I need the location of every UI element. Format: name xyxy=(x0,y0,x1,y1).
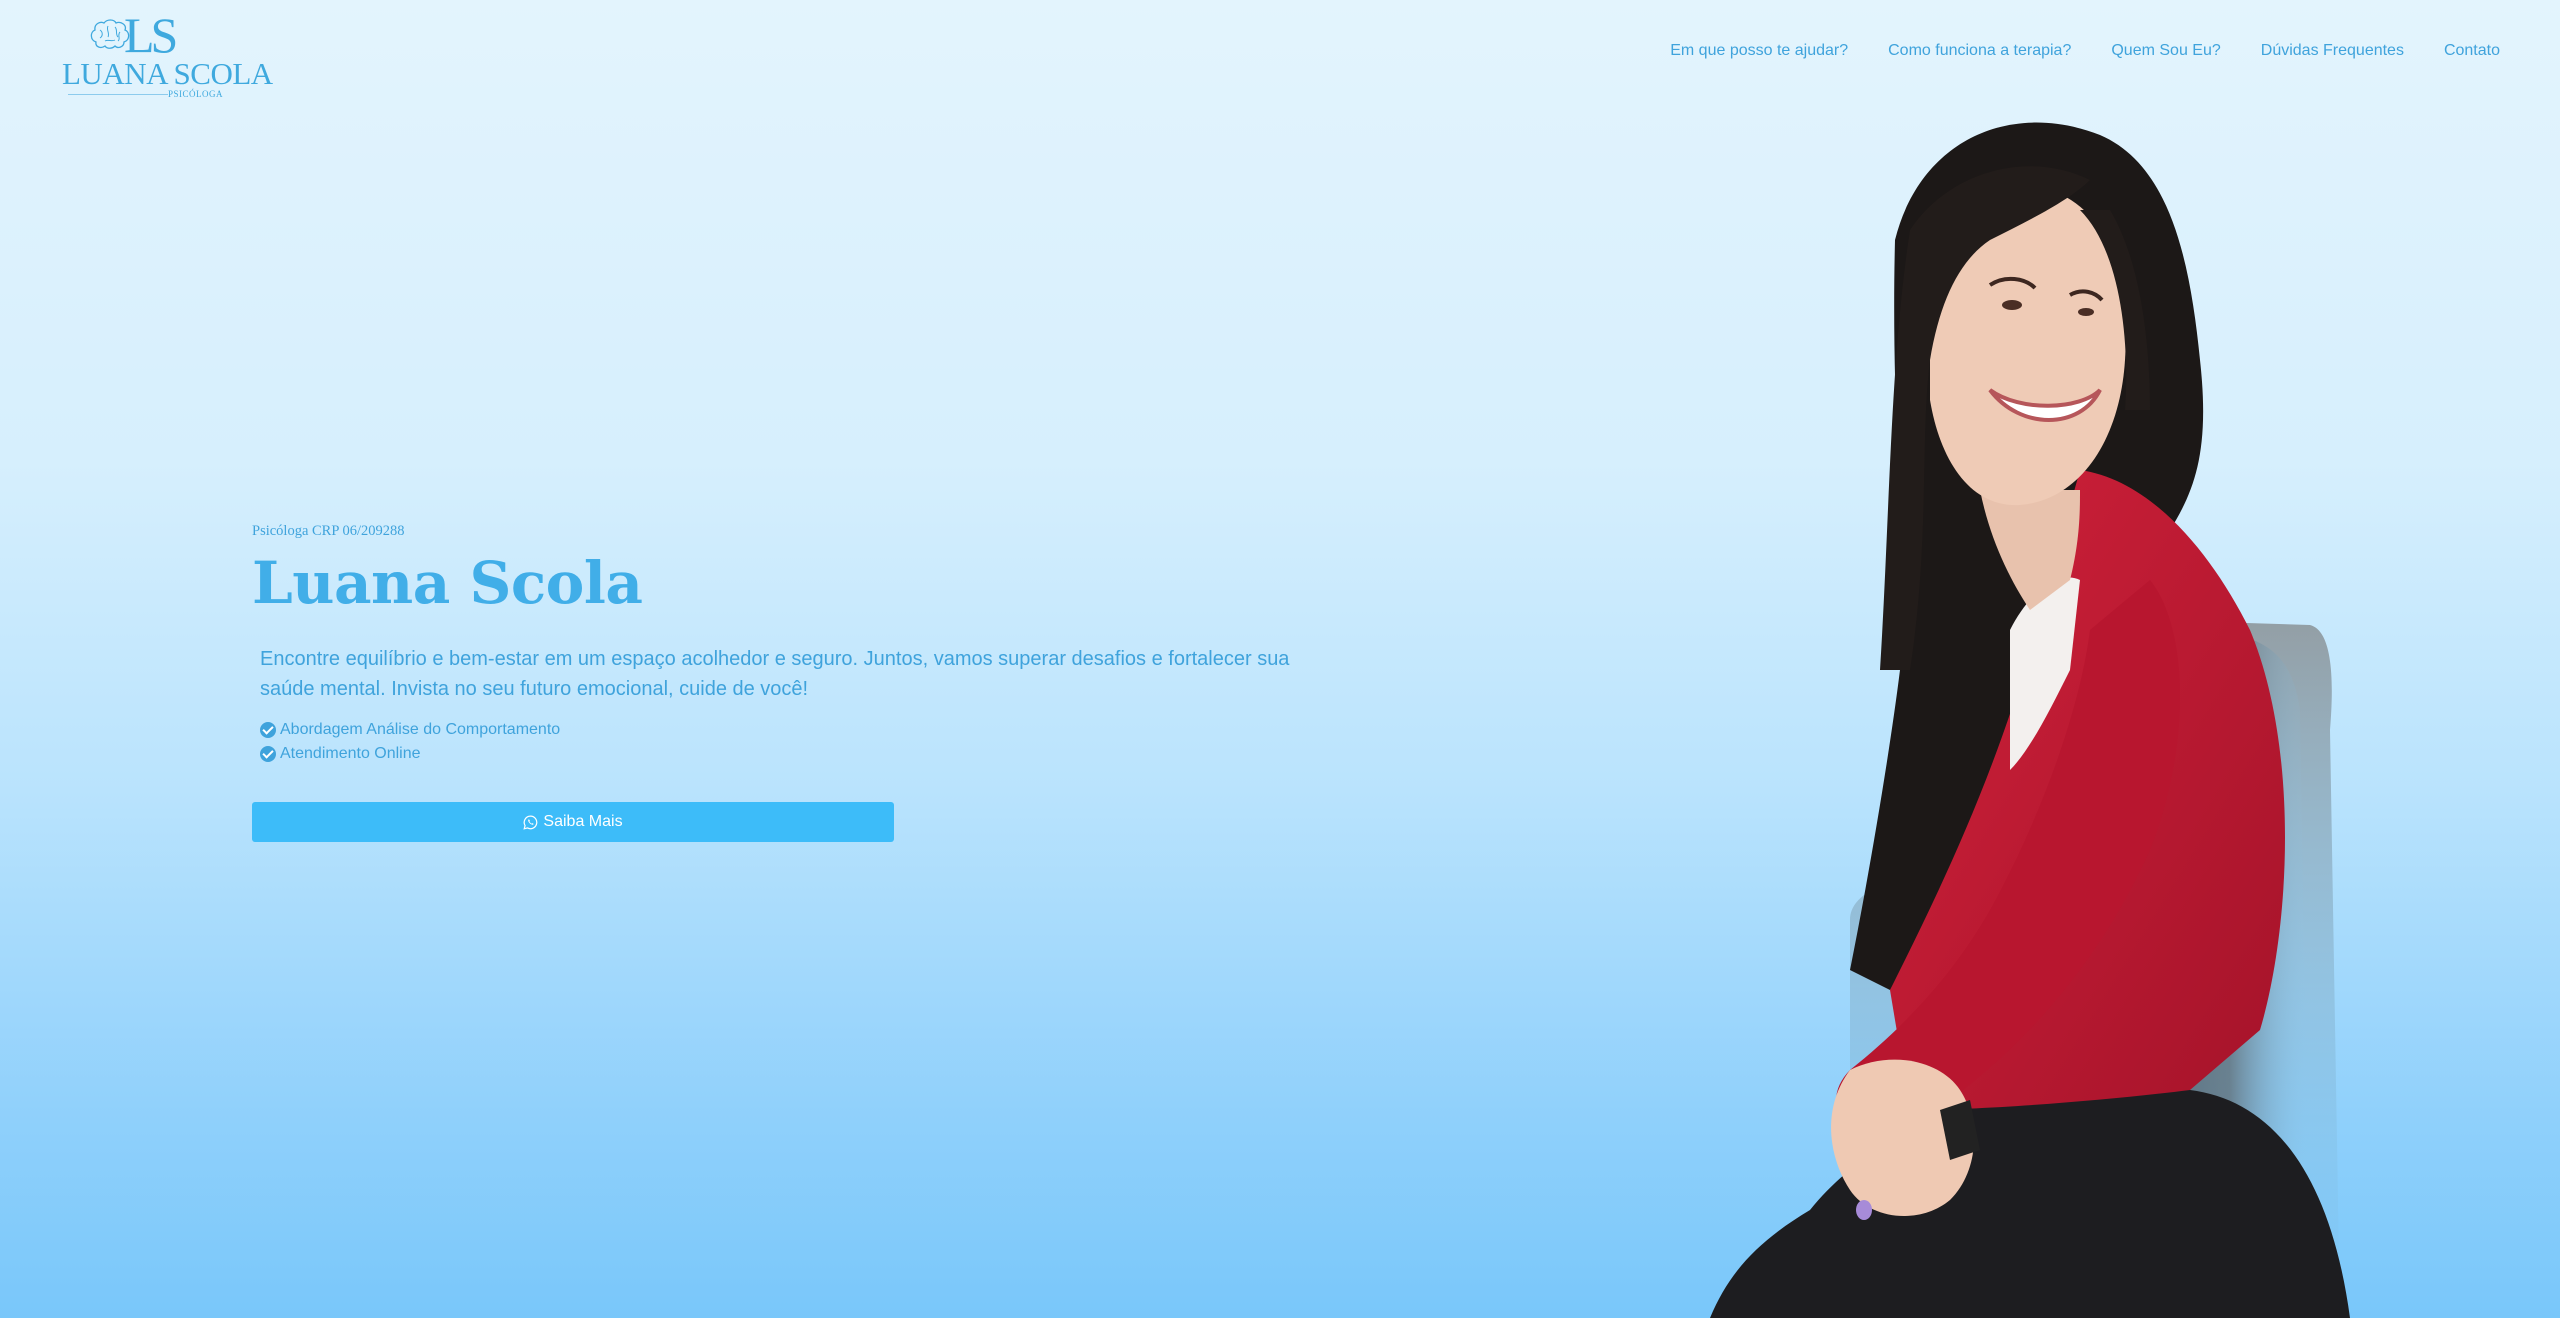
nav-item-contato[interactable]: Contato xyxy=(2444,42,2500,60)
hero-description: Encontre equilíbrio e bem-estar em um es… xyxy=(260,648,1290,700)
feature-list: Abordagem Análise do Comportamento Atend… xyxy=(260,718,1302,766)
feature-label: Atendimento Online xyxy=(280,745,421,762)
logo-divider xyxy=(68,94,168,95)
logo-monogram: LS xyxy=(124,7,178,63)
crp-registration: Psicóloga CRP 06/209288 xyxy=(252,523,405,539)
whatsapp-icon xyxy=(523,815,538,830)
nav-item-ajuda[interactable]: Em que posso te ajudar? xyxy=(1670,42,1848,60)
feature-item: Atendimento Online xyxy=(260,742,1302,766)
nav-item-terapia[interactable]: Como funciona a terapia? xyxy=(1888,42,2071,60)
page-title: Luana Scola xyxy=(252,549,643,617)
site-header: LS LUANA SCOLA PSICÓLOGA Em que posso te… xyxy=(0,0,2560,110)
check-circle-icon xyxy=(260,746,276,762)
logo-name: LUANA SCOLA xyxy=(62,56,273,91)
hero-section: Psicóloga CRP 06/209288 Luana Scola Enco… xyxy=(252,520,1302,766)
hero-portrait xyxy=(1710,122,2350,1318)
saiba-mais-button[interactable]: Saiba Mais xyxy=(252,802,894,842)
main-nav: Em que posso te ajudar? Como funciona a … xyxy=(1630,42,2500,60)
legs-shape xyxy=(1710,1085,2350,1318)
nav-item-quem-sou[interactable]: Quem Sou Eu? xyxy=(2111,42,2220,60)
feature-item: Abordagem Análise do Comportamento xyxy=(260,718,1302,742)
check-circle-icon xyxy=(260,722,276,738)
feature-label: Abordagem Análise do Comportamento xyxy=(280,721,561,738)
saiba-mais-label: Saiba Mais xyxy=(543,813,623,830)
logo-subtitle: PSICÓLOGA xyxy=(168,89,224,99)
nav-item-duvidas[interactable]: Dúvidas Frequentes xyxy=(2261,42,2404,60)
logo[interactable]: LS LUANA SCOLA PSICÓLOGA xyxy=(62,7,273,99)
